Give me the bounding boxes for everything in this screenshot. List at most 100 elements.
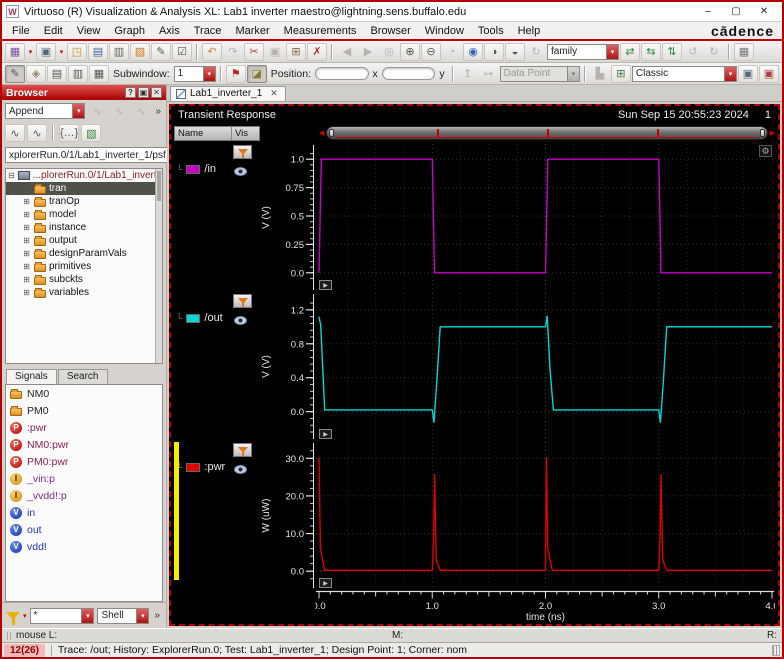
tree-item-primitives[interactable]: ⊞ primitives	[6, 260, 162, 273]
label-tooltip-button[interactable]: ◪	[246, 64, 267, 83]
resize-grip[interactable]	[772, 644, 780, 656]
menu-help[interactable]: Help	[512, 24, 547, 38]
filter-funnel-icon[interactable]	[6, 611, 20, 625]
collapse-icon[interactable]: ⊟	[8, 171, 15, 180]
family-combo[interactable]: family ▾	[547, 43, 619, 60]
signal-item-in[interactable]: Vin	[6, 504, 162, 521]
wave-overlay-button[interactable]: ∿	[27, 124, 47, 142]
tree-scrollbar[interactable]	[155, 169, 162, 363]
edit-graph-button[interactable]: ✎	[151, 42, 171, 61]
tab-search[interactable]: Search	[57, 369, 108, 384]
save-button[interactable]: ▤	[88, 42, 108, 61]
panel-help-button[interactable]: ?	[125, 87, 136, 98]
menu-window[interactable]: Window	[419, 24, 470, 38]
tree-item-tran[interactable]: ⊞ tran	[6, 182, 162, 195]
expand-icon[interactable]: ⊞	[22, 275, 31, 284]
delete-sheet-button[interactable]: ▣	[758, 64, 779, 83]
tree-item-model[interactable]: ⊞ model	[6, 208, 162, 221]
menu-trace[interactable]: Trace	[188, 24, 228, 38]
tab-signals[interactable]: Signals	[6, 369, 57, 384]
visibility-eye-icon[interactable]	[234, 167, 247, 176]
expand-icon[interactable]: ⊞	[22, 223, 31, 232]
chevron-down-icon[interactable]: ▾	[81, 608, 94, 623]
strip-mode-button[interactable]: ⇅	[662, 42, 682, 61]
slider-right-handle[interactable]	[759, 129, 765, 137]
swap-axes-button[interactable]: ⇄	[620, 42, 640, 61]
visibility-eye-icon[interactable]	[234, 465, 247, 474]
shell-combo[interactable]: Shell ▾	[97, 607, 150, 624]
waveform-plot[interactable]	[315, 143, 775, 292]
filter-expand-chevrons[interactable]: »	[152, 610, 162, 621]
panel-close-button[interactable]: ✕	[151, 87, 162, 98]
tree-item-instance[interactable]: ⊞ instance	[6, 221, 162, 234]
play-button-icon[interactable]: ▶	[319, 578, 332, 588]
chevron-down-icon[interactable]: ▾	[202, 66, 215, 81]
chevron-down-icon[interactable]: ▾	[723, 66, 736, 81]
expand-icon[interactable]: ⊞	[22, 288, 31, 297]
new-subwindow-button[interactable]: ▣	[36, 42, 56, 61]
close-button[interactable]: ✕	[750, 4, 778, 20]
chevron-down-icon[interactable]: ▾	[566, 66, 579, 81]
expand-icon[interactable]: ⊞	[22, 236, 31, 245]
data-point-combo[interactable]: Data Point ▾	[499, 65, 580, 82]
expand-icon[interactable]: ⊞	[22, 262, 31, 271]
expression-editor-button[interactable]: {…}	[59, 124, 80, 142]
new-window-dropdown-icon[interactable]: ▾	[26, 43, 35, 61]
menu-axis[interactable]: Axis	[153, 24, 186, 38]
play-button-icon[interactable]: ▶	[319, 280, 332, 290]
menu-browser[interactable]: Browser	[364, 24, 416, 38]
trace-color-swatch[interactable]	[186, 164, 201, 174]
signal-item-pm0[interactable]: PM0	[6, 402, 162, 419]
filter-dropdown-icon[interactable]: ▾	[23, 612, 27, 620]
position-x-field[interactable]	[315, 67, 369, 80]
menu-tools[interactable]: Tools	[472, 24, 510, 38]
tree-item-tranop[interactable]: ⊞ tranOp	[6, 195, 162, 208]
tree-item-output[interactable]: ⊞ output	[6, 234, 162, 247]
waveform-plot[interactable]	[315, 292, 775, 441]
trace-filter-button[interactable]	[233, 294, 252, 308]
signal-item-vdd[interactable]: Vvdd!	[6, 538, 162, 555]
minimize-button[interactable]: –	[694, 4, 722, 20]
trace-color-swatch[interactable]	[186, 313, 201, 323]
chevron-down-icon[interactable]: ▾	[136, 608, 149, 623]
tab-close-icon[interactable]: ✕	[270, 88, 278, 99]
menu-view[interactable]: View	[71, 24, 107, 38]
browser-expand-chevrons[interactable]: »	[153, 106, 163, 117]
signal-item-pm0pwr[interactable]: P PM0:pwr	[6, 453, 162, 470]
trace-filter-button[interactable]	[233, 443, 252, 457]
menu-measurements[interactable]: Measurements	[278, 24, 363, 38]
tree-item-designparamvals[interactable]: ⊞ designParamVals	[6, 247, 162, 260]
append-mode-combo[interactable]: Append ▾	[5, 103, 86, 119]
zoom-x-button[interactable]: ◑	[484, 42, 504, 61]
print-button[interactable]: ▥	[109, 42, 129, 61]
slider-left-arrow-icon[interactable]: ◀	[319, 129, 324, 137]
results-path-combo[interactable]: xplorerRun.0/1/Lab1_inverter_1/psf▾	[5, 147, 182, 163]
undo-button[interactable]: ↶	[202, 42, 222, 61]
graph-styles-button[interactable]: ◈	[26, 64, 46, 83]
x-zoom-slider[interactable]	[326, 126, 768, 140]
slider-right-arrow-icon[interactable]: ▶	[770, 129, 775, 137]
tree-item-subckts[interactable]: ⊞ subckts	[6, 273, 162, 286]
calculator-button[interactable]: ⊞	[610, 64, 631, 83]
maximize-button[interactable]: ▢	[722, 4, 750, 20]
signal-filter-combo[interactable]: * ▾	[29, 607, 95, 624]
plot-region[interactable]: ▶ ⚙	[315, 143, 775, 292]
slider-left-handle[interactable]	[329, 129, 335, 137]
position-y-field[interactable]	[381, 67, 436, 80]
flag-marker-button[interactable]: ⚑	[225, 64, 246, 83]
plot-region[interactable]: ▶	[315, 292, 775, 441]
zoom-out-button[interactable]: ⊖	[421, 42, 441, 61]
wave-strip-button[interactable]: ∿	[5, 124, 25, 142]
expand-icon[interactable]: ⊞	[22, 197, 31, 206]
edit-properties-button[interactable]: ☑	[172, 42, 192, 61]
signal-item-nm0[interactable]: NM0	[6, 385, 162, 402]
trace-wand-button[interactable]: ✎	[5, 64, 25, 83]
grid-layout-button[interactable]: ▦	[89, 64, 109, 83]
expand-icon[interactable]: ⊞	[22, 249, 31, 258]
expand-icon[interactable]: ⊞	[22, 184, 31, 193]
chevron-down-icon[interactable]: ▾	[606, 44, 618, 59]
overlay-mode-button[interactable]: ⇆	[641, 42, 661, 61]
menu-edit[interactable]: Edit	[38, 24, 69, 38]
menu-file[interactable]: File	[6, 24, 36, 38]
split-vertical-button[interactable]: ▥	[68, 64, 88, 83]
